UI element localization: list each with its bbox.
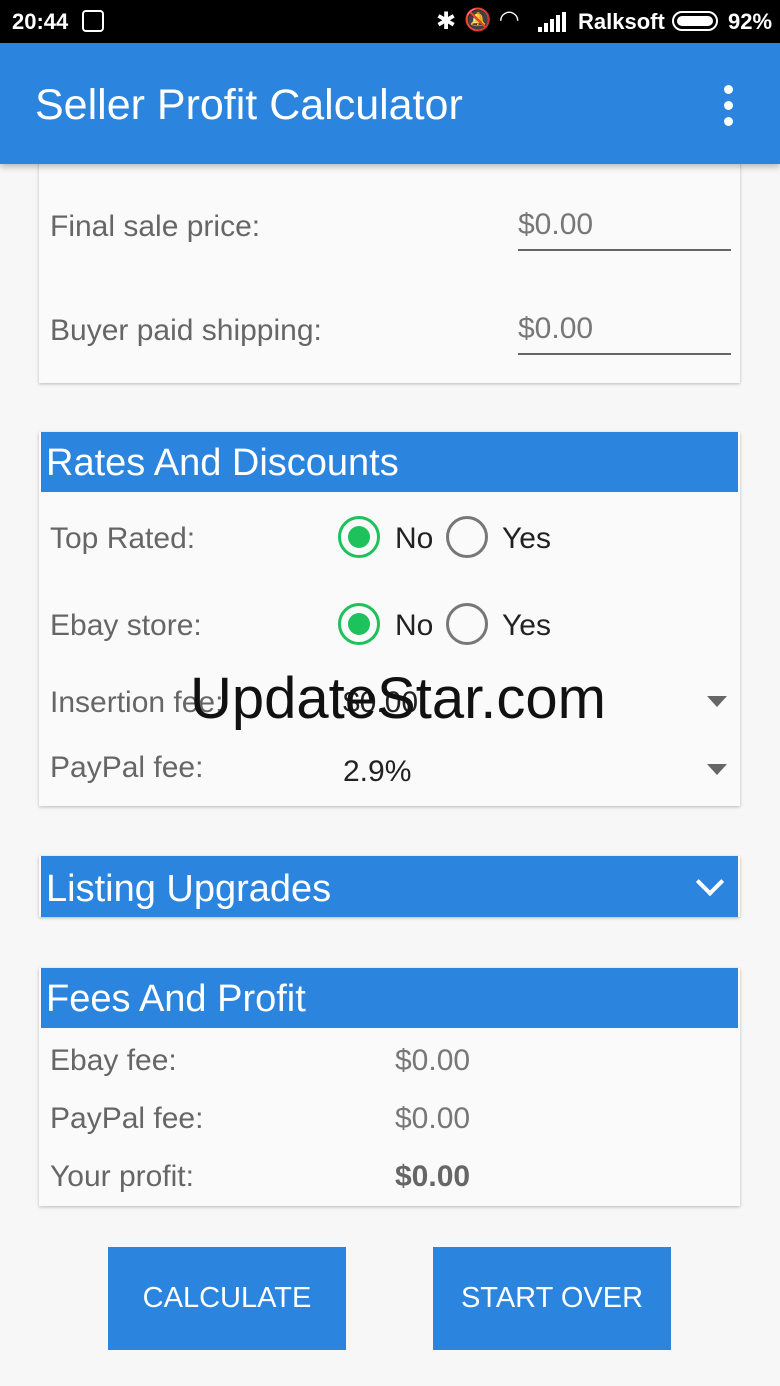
paypal-fee-rate-label: PayPal fee:	[50, 751, 204, 784]
final-sale-value: $0.00	[518, 208, 594, 241]
carrier-name: Ralksoft	[578, 9, 665, 34]
listing-upgrades-header[interactable]: Listing Upgrades	[41, 856, 738, 917]
paypal-fee-label: PayPal fee:	[50, 1102, 204, 1135]
shipping-value: $0.00	[518, 312, 594, 345]
notification-icon	[82, 10, 104, 32]
status-bar: 20:44 ✱ 🔕 ◠ Ralksoft 92%	[0, 0, 780, 43]
paypal-fee-spinner[interactable]: 2.9%	[339, 745, 731, 795]
fees-title: Fees And Profit	[46, 978, 306, 1020]
price-card: Final sale price: $0.00 Buyer paid shipp…	[39, 150, 740, 383]
more-vert-icon[interactable]	[718, 83, 738, 127]
final-sale-input[interactable]: $0.00	[518, 202, 731, 252]
ebay-store-yes-radio[interactable]	[446, 603, 488, 645]
dropdown-arrow-icon	[707, 696, 727, 707]
top-rated-no-label[interactable]: No	[395, 522, 433, 556]
listing-upgrades-title: Listing Upgrades	[46, 868, 332, 910]
start-over-button[interactable]: START OVER	[433, 1247, 671, 1350]
rates-card: Rates And Discounts Top Rated: No Yes Eb…	[39, 432, 740, 806]
battery-percent: 92%	[728, 9, 773, 34]
top-rated-no-radio[interactable]	[338, 516, 380, 558]
bluetooth-icon: ✱	[436, 8, 457, 35]
ebay-store-no-radio[interactable]	[338, 603, 380, 645]
app-bar: Seller Profit Calculator	[0, 43, 780, 164]
top-rated-label: Top Rated:	[50, 522, 196, 555]
watermark: UpdateStar.com	[190, 666, 606, 731]
app-title: Seller Profit Calculator	[35, 81, 463, 129]
profit-value: $0.00	[395, 1160, 471, 1193]
fees-card: Fees And Profit Ebay fee: $0.00 PayPal f…	[39, 968, 740, 1206]
calculate-button[interactable]: CALCULATE	[108, 1247, 346, 1350]
signal-icon	[538, 12, 566, 32]
muted-bell-icon: 🔕	[464, 7, 492, 32]
shipping-input[interactable]: $0.00	[518, 306, 731, 356]
final-sale-label: Final sale price:	[50, 210, 261, 243]
ebay-store-yes-label[interactable]: Yes	[502, 609, 551, 643]
top-rated-yes-radio[interactable]	[446, 516, 488, 558]
battery-icon	[672, 11, 718, 31]
ebay-fee-value: $0.00	[395, 1044, 471, 1077]
rates-title: Rates And Discounts	[46, 442, 399, 484]
top-rated-yes-label[interactable]: Yes	[502, 522, 551, 556]
rates-header: Rates And Discounts	[41, 432, 738, 492]
paypal-fee-value: $0.00	[395, 1102, 471, 1135]
status-time: 20:44	[12, 9, 69, 34]
ebay-fee-label: Ebay fee:	[50, 1044, 177, 1077]
ebay-store-label: Ebay store:	[50, 609, 202, 642]
ebay-store-no-label[interactable]: No	[395, 609, 433, 643]
profit-label: Your profit:	[50, 1160, 194, 1193]
wifi-icon: ◠	[500, 6, 519, 33]
shipping-label: Buyer paid shipping:	[50, 314, 322, 347]
paypal-fee-rate-value: 2.9%	[343, 755, 412, 788]
dropdown-arrow-icon	[707, 764, 727, 775]
listing-upgrades-card[interactable]: Listing Upgrades	[39, 856, 740, 917]
fees-header: Fees And Profit	[41, 968, 738, 1028]
